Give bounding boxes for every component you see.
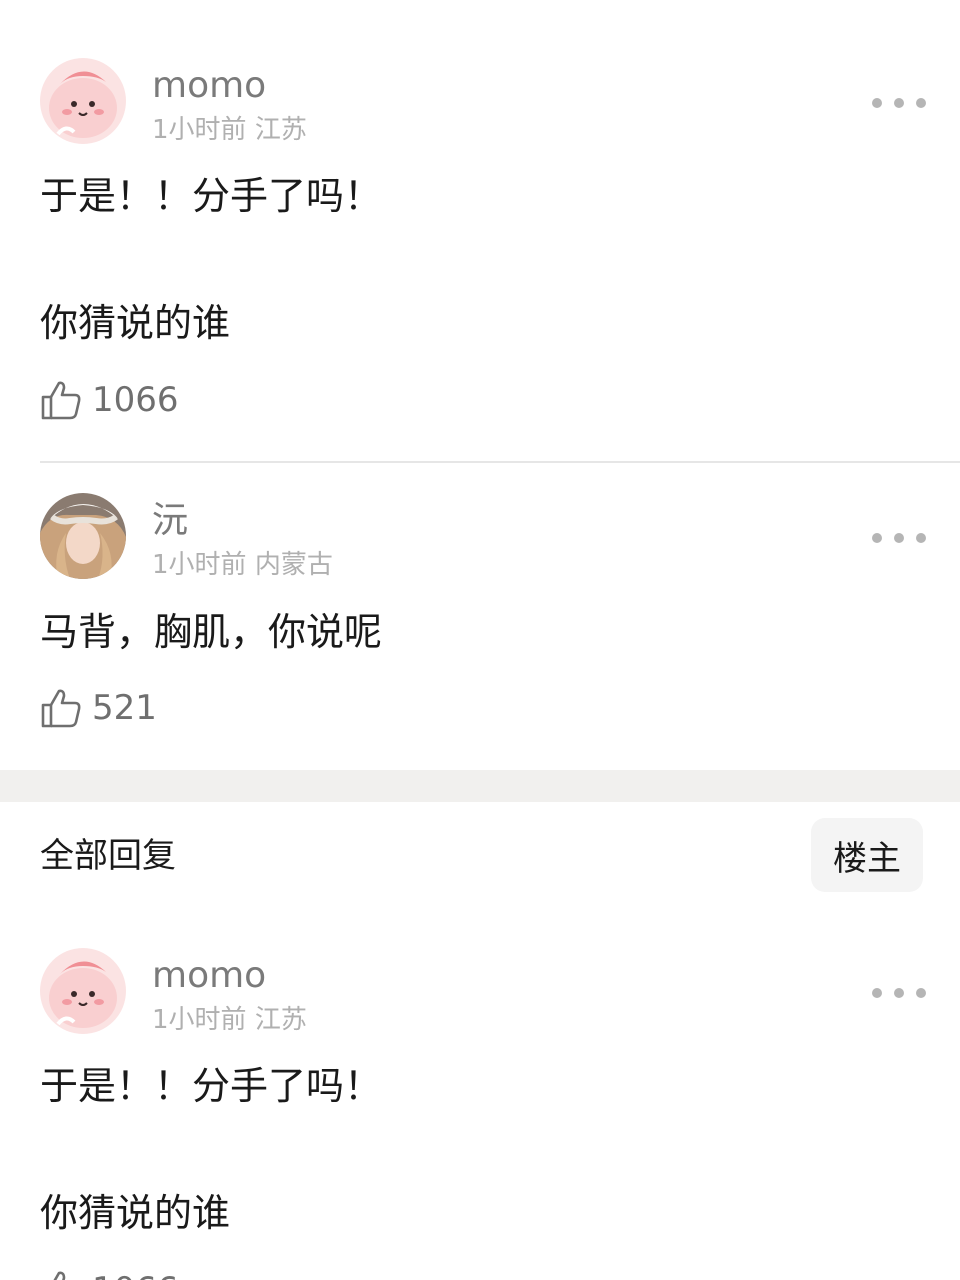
username[interactable]: momo [152, 64, 266, 108]
more-options-button[interactable] [872, 978, 926, 1008]
timestamp: 1小时前 [152, 115, 247, 145]
avatar[interactable] [40, 493, 126, 579]
username[interactable]: 沅 [152, 499, 188, 543]
avatar[interactable] [40, 58, 126, 144]
comment-meta: 1小时前 江苏 [152, 1004, 307, 1036]
comment-thread-page: momo 1小时前 江苏 于是！！分手了吗！ 你猜说的谁 1066 沅 1小时前… [0, 0, 960, 1280]
avatar[interactable] [40, 948, 126, 1034]
more-dots-icon [894, 988, 904, 998]
section-separator [0, 770, 960, 802]
more-dots-icon [872, 988, 882, 998]
profile-photo-avatar-icon [40, 493, 126, 579]
comment-text-line: 于是！！分手了吗！ [40, 174, 383, 218]
op-only-filter-button[interactable]: 楼主 [811, 818, 923, 892]
more-options-button[interactable] [872, 523, 926, 553]
pink-cartoon-avatar-icon [40, 948, 126, 1034]
more-dots-icon [894, 98, 904, 108]
like-count: 1066 [92, 380, 179, 420]
thumbs-up-icon [41, 689, 81, 728]
pink-cartoon-avatar-icon [40, 58, 126, 144]
comment-text-line: 你猜说的谁 [40, 1191, 231, 1235]
thumbs-up-icon [53, 1271, 66, 1280]
more-dots-icon [916, 533, 926, 543]
more-dots-icon [916, 988, 926, 998]
thumbs-up-icon [41, 381, 81, 420]
like-button[interactable]: 1066 [40, 1266, 179, 1280]
like-count: 521 [92, 688, 157, 728]
comment-text-line: 于是！！分手了吗！ [40, 1064, 383, 1108]
username[interactable]: momo [152, 954, 266, 998]
all-replies-heading: 全部回复 [40, 836, 176, 876]
like-count: 1066 [92, 1266, 179, 1280]
comment-meta: 1小时前 江苏 [152, 114, 307, 146]
location: 江苏 [254, 115, 307, 145]
like-button[interactable]: 521 [40, 684, 157, 732]
comment-text-line: 你猜说的谁 [40, 301, 231, 345]
comment-text-line: 马背，胸肌，你说呢 [40, 610, 383, 654]
timestamp: 1小时前 [152, 1005, 247, 1035]
comment-divider [40, 461, 960, 463]
more-dots-icon [872, 98, 882, 108]
more-dots-icon [916, 98, 926, 108]
timestamp: 1小时前 [152, 550, 247, 580]
location: 内蒙古 [254, 550, 333, 580]
comment-meta: 1小时前 内蒙古 [152, 549, 333, 581]
more-dots-icon [872, 533, 882, 543]
more-options-button[interactable] [872, 88, 926, 118]
location: 江苏 [254, 1005, 307, 1035]
more-dots-icon [894, 533, 904, 543]
like-button[interactable]: 1066 [40, 376, 179, 424]
